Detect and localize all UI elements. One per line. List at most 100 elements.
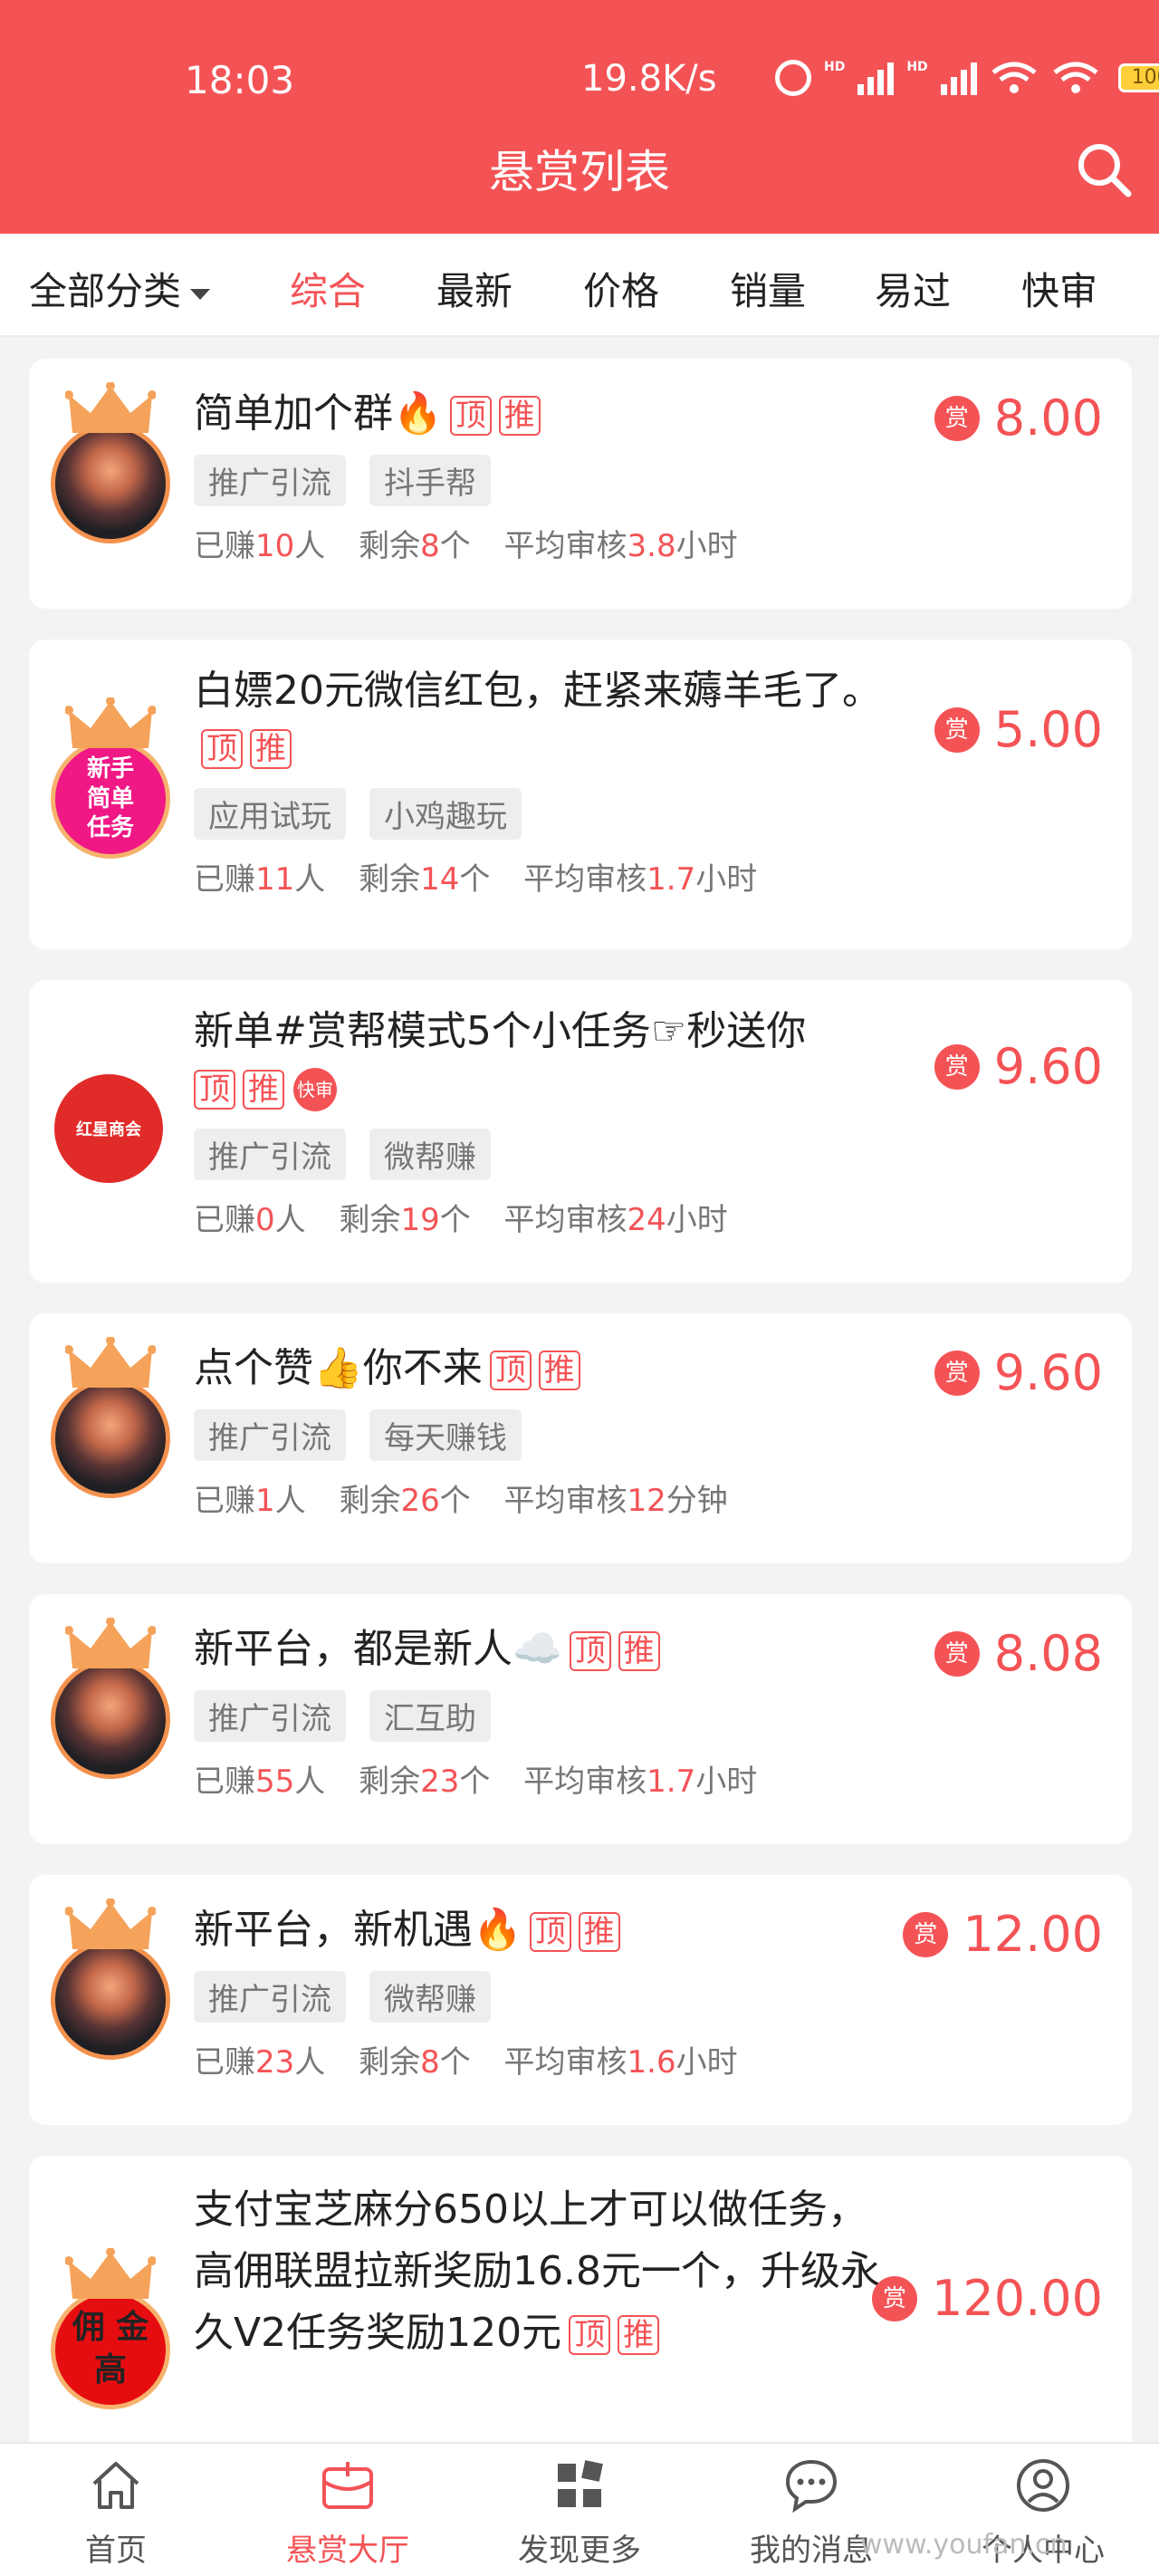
- filter-sales[interactable]: 销量: [730, 261, 806, 316]
- fast-review-badge: 快审: [293, 1068, 337, 1111]
- task-title-text: 新平台，都是新人☁️: [194, 1626, 562, 1672]
- price-value: 8.08: [993, 1625, 1103, 1682]
- filter-comprehensive[interactable]: 综合: [290, 261, 366, 316]
- task-title-text: 点个赞👍你不来: [194, 1345, 483, 1391]
- task-title: 新平台，新机遇🔥 顶推: [194, 1902, 918, 1958]
- home-icon: [92, 2462, 139, 2509]
- recommend-badge: 推: [618, 1631, 660, 1671]
- category-tag: 推广引流: [194, 1690, 346, 1742]
- battery-icon: 100: [1117, 63, 1159, 92]
- task-card[interactable]: 红星商会 新单#赏帮模式5个小任务☞秒送你顶推快审 推广引流 微帮赚 已赚0人 剩…: [29, 980, 1132, 1283]
- profile-icon: [1017, 2459, 1069, 2512]
- tab-reward-hall[interactable]: 悬赏大厅: [257, 2456, 438, 2570]
- reward-price: 赏 120.00: [872, 2270, 1103, 2327]
- avatar-brand-logo: 红星商会: [54, 1074, 163, 1183]
- earned-count: 11: [255, 861, 295, 898]
- category-tag: 推广引流: [194, 1129, 346, 1180]
- task-card[interactable]: 新平台，新机遇🔥 顶推 推广引流 微帮赚 已赚23人 剩余8个 平均审核1.6小时 …: [29, 1875, 1132, 2125]
- review-label: 平均审核: [503, 1202, 627, 1238]
- avatar: [51, 1337, 170, 1498]
- top-badge: 顶: [201, 729, 243, 769]
- avatar: 佣 金高: [51, 2248, 170, 2409]
- earned-label: 已赚: [194, 1764, 255, 1800]
- reward-icon: 赏: [934, 395, 980, 441]
- category-tag: 每天赚钱: [369, 1409, 522, 1461]
- recommend-badge: 推: [578, 1912, 620, 1952]
- signal-icon: [940, 61, 977, 95]
- filter-easy[interactable]: 易过: [875, 261, 951, 316]
- category-tag: 小鸡趣玩: [369, 788, 522, 840]
- count-unit: 个: [439, 528, 471, 564]
- reward-icon: 赏: [934, 1043, 980, 1090]
- review-label: 平均审核: [523, 1764, 647, 1800]
- filter-all-categories[interactable]: 全部分类: [29, 261, 211, 316]
- reward-icon: 赏: [934, 1350, 980, 1396]
- earned-label: 已赚: [194, 528, 255, 564]
- people-unit: 人: [274, 1483, 306, 1519]
- search-icon[interactable]: [1074, 139, 1134, 199]
- task-body: 新单#赏帮模式5个小任务☞秒送你顶推快审 推广引流 微帮赚 已赚0人 剩余19个 …: [194, 1004, 918, 1239]
- price-value: 8.00: [993, 389, 1103, 447]
- reward-icon: 赏: [934, 706, 980, 753]
- signal-icon: [857, 61, 895, 95]
- task-meta: 已赚23人 剩余8个 平均审核1.6小时: [194, 2037, 918, 2081]
- remaining-label: 剩余: [359, 528, 421, 564]
- task-card[interactable]: 点个赞👍你不来顶推 推广引流 每天赚钱 已赚1人 剩余26个 平均审核12分钟 赏…: [29, 1313, 1132, 1563]
- tab-discover[interactable]: 发现更多: [489, 2456, 670, 2570]
- tab-label: 发现更多: [518, 2533, 641, 2569]
- count-unit: 个: [459, 1764, 491, 1800]
- review-unit: 小时: [675, 528, 738, 564]
- review-value: 24: [627, 1202, 666, 1238]
- app-header: 18:03 19.8K/s HD HD 100 悬赏列表: [0, 0, 1159, 234]
- page-title: 悬赏列表: [489, 146, 670, 198]
- recommend-badge: 推: [618, 2315, 660, 2355]
- task-card[interactable]: 简单加个群🔥 顶推 推广引流 抖手帮 已赚10人 剩余8个 平均审核3.8小时 赏8…: [29, 359, 1132, 609]
- filter-latest[interactable]: 最新: [436, 261, 512, 316]
- tab-label: 悬赏大厅: [286, 2533, 409, 2569]
- filter-price[interactable]: 价格: [583, 261, 659, 316]
- review-label: 平均审核: [503, 1483, 627, 1519]
- hd-icon: HD: [906, 60, 928, 74]
- filter-fast-review[interactable]: 快审: [1021, 261, 1097, 316]
- review-unit: 小时: [695, 1764, 758, 1800]
- recommend-badge: 推: [498, 396, 541, 436]
- task-body: 新平台，新机遇🔥 顶推 推广引流 微帮赚 已赚23人 剩余8个 平均审核1.6小时: [194, 1902, 918, 2081]
- task-title: 新平台，都是新人☁️ 顶推: [194, 1621, 918, 1677]
- earned-count: 55: [255, 1764, 295, 1800]
- task-body: 白嫖20元微信红包，赶紧来薅羊毛了。顶推 应用试玩 小鸡趣玩 已赚11人 剩余14…: [194, 663, 918, 899]
- review-value: 3.8: [627, 528, 676, 564]
- task-categories: 推广引流 汇互助: [194, 1690, 918, 1742]
- wifi-icon: [991, 62, 1037, 93]
- avatar-photo: [51, 1940, 170, 2060]
- avatar-photo: [51, 1379, 170, 1498]
- recommend-badge: 推: [250, 729, 292, 769]
- remaining-count: 14: [420, 861, 460, 898]
- network-speed: 19.8K/s: [581, 58, 717, 100]
- status-time: 18:03: [185, 58, 295, 102]
- avatar-text: 任务: [86, 814, 134, 842]
- remaining-label: 剩余: [359, 2044, 421, 2081]
- task-title-text: 新平台，新机遇🔥: [194, 1907, 522, 1953]
- task-title: 白嫖20元微信红包，赶紧来薅羊毛了。顶推: [194, 663, 918, 775]
- task-card[interactable]: 新手 简单 任务 白嫖20元微信红包，赶紧来薅羊毛了。顶推 应用试玩 小鸡趣玩 已赚1…: [29, 639, 1132, 949]
- tab-home[interactable]: 首页: [25, 2456, 206, 2570]
- task-title: 支付宝芝麻分650以上才可以做任务，高佣联盟拉新奖励16.8元一个，升级永久V2…: [194, 2179, 900, 2364]
- remaining-count: 26: [400, 1483, 440, 1519]
- review-unit: 分钟: [666, 1483, 728, 1519]
- top-badge: 顶: [569, 1631, 611, 1671]
- task-card[interactable]: 新平台，都是新人☁️ 顶推 推广引流 汇互助 已赚55人 剩余23个 平均审核1.7…: [29, 1594, 1132, 1844]
- review-unit: 小时: [675, 2044, 738, 2081]
- reward-price: 赏 5.00: [934, 701, 1103, 758]
- top-badge: 顶: [194, 1070, 235, 1110]
- reward-icon: 赏: [872, 2275, 918, 2321]
- price-value: 5.00: [993, 701, 1103, 758]
- task-title-text: 白嫖20元微信红包，赶紧来薅羊毛了。: [194, 668, 882, 714]
- earned-count: 23: [255, 2044, 295, 2081]
- task-meta: 已赚10人 剩余8个 平均审核3.8小时: [194, 521, 918, 565]
- avatar-photo: [51, 1659, 170, 1779]
- crown-icon: [65, 1337, 156, 1388]
- price-value: 120.00: [932, 2270, 1103, 2327]
- reward-icon: 赏: [934, 1630, 980, 1677]
- hd-icon: HD: [824, 60, 846, 74]
- category-tag: 汇互助: [369, 1690, 491, 1742]
